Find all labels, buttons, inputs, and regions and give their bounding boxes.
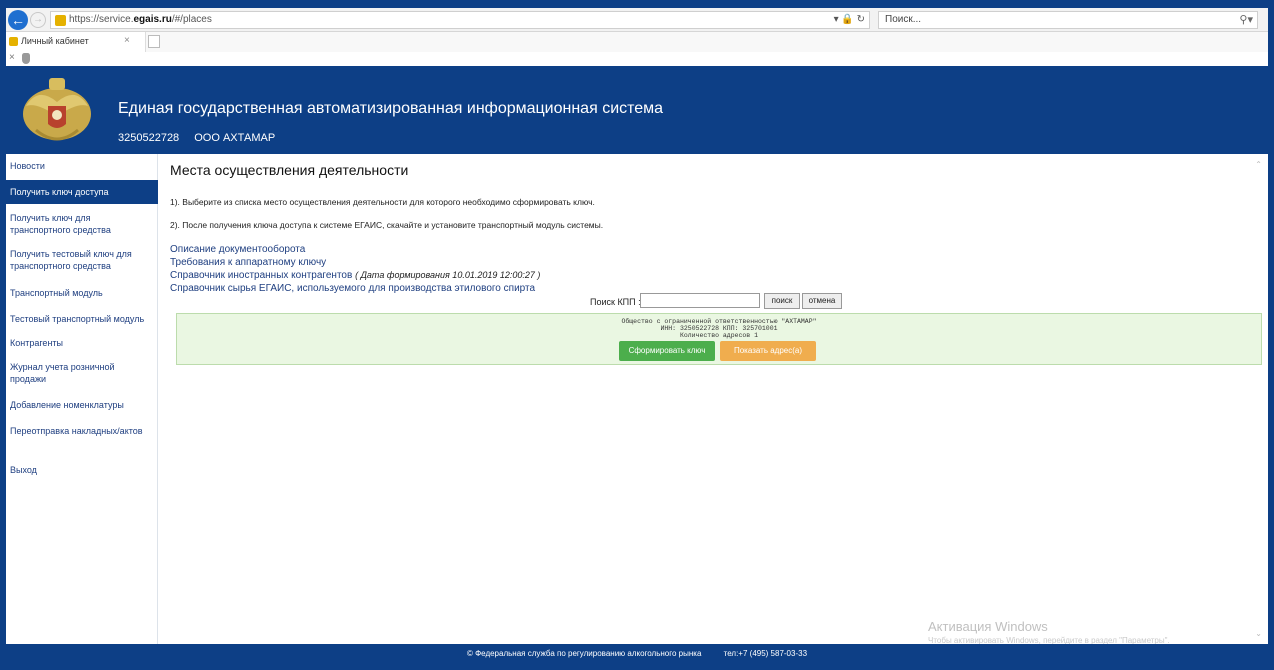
favorites-bar: × [6, 52, 1268, 66]
sidebar-item-retail-journal[interactable]: Журнал учета розничной продажи [6, 361, 116, 385]
sidebar-item-get-access-key[interactable]: Получить ключ доступа [6, 180, 158, 204]
browser-tab[interactable]: Личный кабинет × [6, 32, 146, 52]
cancel-button[interactable]: отмена [802, 293, 842, 309]
search-button[interactable]: поиск [764, 293, 800, 309]
sidebar-item-add-nomenclature[interactable]: Добавление номенклатуры [6, 399, 158, 411]
org-full-name: Общество с ограниченной ответственностью… [621, 318, 817, 325]
forward-arrow-icon[interactable]: → [30, 12, 46, 28]
sidebar-item-test-vehicle-key[interactable]: Получить тестовый ключ для транспортного… [6, 248, 136, 272]
instruction-2: 2). После получения ключа доступа к сист… [170, 220, 604, 230]
sidebar-item-counterparties[interactable]: Контрагенты [6, 337, 158, 349]
close-icon[interactable]: × [9, 52, 15, 63]
windows-activation-watermark: Активация Windows Чтобы активировать Win… [928, 619, 1170, 645]
org-address-count: Количество адресов 1 [679, 332, 758, 339]
tab-favicon-icon [9, 37, 18, 46]
inn-value: 3250522728 [118, 132, 180, 144]
sidebar-item-logout[interactable]: Выход [6, 464, 158, 476]
instruction-1: 1). Выберите из списка место осуществлен… [170, 197, 595, 207]
tab-close-icon[interactable]: × [124, 35, 130, 46]
tab-row: Личный кабинет × [6, 32, 1268, 52]
sidebar-item-vehicle-key[interactable]: Получить ключ для транспортного средства [6, 212, 116, 236]
browser-window: ← → https://service.egais.ru/#/places ▾ … [6, 8, 1268, 664]
kpp-search-label: Поиск КПП : [590, 297, 641, 307]
lock-refresh-icon[interactable]: ▾ 🔒 ↻ [834, 14, 865, 25]
tab-title: Личный кабинет [21, 36, 89, 46]
page-title: Места осуществления деятельности [170, 162, 409, 178]
organization-name: ООО АХТАМАР [194, 132, 276, 144]
footer-copyright: © Федеральная служба по регулированию ал… [466, 649, 702, 658]
kpp-search-input[interactable] [640, 293, 760, 308]
shield-icon[interactable] [22, 53, 30, 64]
site-favicon-icon [55, 15, 66, 26]
address-bar[interactable]: https://service.egais.ru/#/places ▾ 🔒 ↻ [50, 11, 870, 29]
link-hardware-key-requirements[interactable]: Требования к аппаратному ключу [170, 257, 326, 268]
organization-card: Общество с ограниченной ответственностью… [176, 313, 1262, 365]
formation-date-note: ( Дата формирования 10.01.2019 12:00:27 … [355, 270, 541, 280]
sidebar-item-transport-module[interactable]: Транспортный модуль [6, 287, 158, 299]
link-raw-materials-reference[interactable]: Справочник сырья ЕГАИС, используемого дл… [170, 283, 535, 294]
sidebar: Новости Получить ключ доступа Получить к… [6, 154, 158, 644]
organization-line: 3250522728 ООО АХТАМАР [118, 132, 287, 144]
footer-phone: тел:+7 (495) 587-03-33 [723, 649, 808, 658]
link-foreign-counterparties[interactable]: Справочник иностранных контрагентов ( Да… [170, 270, 540, 281]
show-addresses-button[interactable]: Показать адрес(а) [720, 341, 816, 361]
new-tab-icon[interactable] [148, 35, 160, 48]
scroll-down-icon[interactable]: ⌄ [1255, 629, 1262, 638]
sidebar-item-news[interactable]: Новости [6, 160, 158, 172]
link-document-flow[interactable]: Описание документооборота [170, 244, 305, 255]
sidebar-item-resend-invoices[interactable]: Переотправка накладных/актов [6, 425, 158, 437]
url-text: https://service.egais.ru/#/places [69, 14, 212, 25]
org-inn-kpp: ИНН: 3250522728 КПП: 325701001 [660, 325, 778, 332]
search-placeholder: Поиск... [885, 14, 922, 25]
emblem-icon [23, 78, 91, 141]
generate-key-button[interactable]: Сформировать ключ [619, 341, 715, 361]
back-arrow-icon[interactable]: ← [8, 10, 28, 30]
sidebar-item-test-transport-module[interactable]: Тестовый транспортный модуль [6, 313, 158, 325]
site-header: Единая государственная автоматизированна… [6, 66, 1268, 154]
main-content: Места осуществления деятельности 1). Выб… [158, 154, 1268, 645]
watermark-title: Активация Windows [928, 619, 1048, 634]
scroll-up-icon[interactable]: ⌃ [1255, 160, 1262, 169]
site-footer: © Федеральная служба по регулированию ал… [6, 644, 1268, 664]
address-bar-row: ← → https://service.egais.ru/#/places ▾ … [6, 8, 1268, 32]
search-icon[interactable]: ⚲▾ [1239, 13, 1253, 26]
browser-search-input[interactable]: Поиск... ⚲▾ [878, 11, 1258, 29]
system-title: Единая государственная автоматизированна… [118, 100, 664, 117]
